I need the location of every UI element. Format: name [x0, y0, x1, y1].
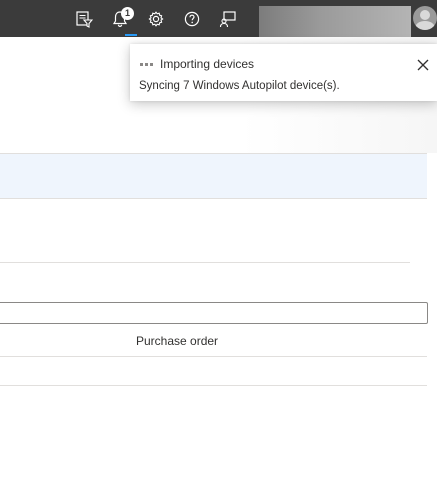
notification-title: Importing devices: [160, 57, 255, 71]
divider: [0, 262, 410, 263]
account-info[interactable]: [259, 6, 411, 37]
top-navigation-bar: 1: [0, 0, 437, 37]
progress-dots-icon: [140, 63, 153, 66]
notification-count-badge: 1: [121, 7, 134, 20]
avatar-body: [415, 21, 435, 30]
active-indicator: [125, 34, 137, 36]
column-header-purchase-order[interactable]: Purchase order: [136, 334, 218, 348]
avatar-head: [420, 10, 430, 20]
notification-panel: Importing devices Syncing 7 Windows Auto…: [130, 44, 437, 101]
selected-row[interactable]: [0, 154, 427, 198]
divider: [0, 385, 427, 386]
close-icon[interactable]: [415, 57, 431, 73]
divider: [0, 198, 427, 199]
directory-filter-icon[interactable]: [73, 8, 95, 30]
notification-message: Syncing 7 Windows Autopilot device(s).: [139, 80, 340, 92]
avatar[interactable]: [413, 6, 437, 30]
gear-icon[interactable]: [145, 8, 167, 30]
divider: [0, 356, 427, 357]
feedback-icon[interactable]: [217, 8, 239, 30]
search-input[interactable]: [0, 302, 428, 324]
help-icon[interactable]: [181, 8, 203, 30]
